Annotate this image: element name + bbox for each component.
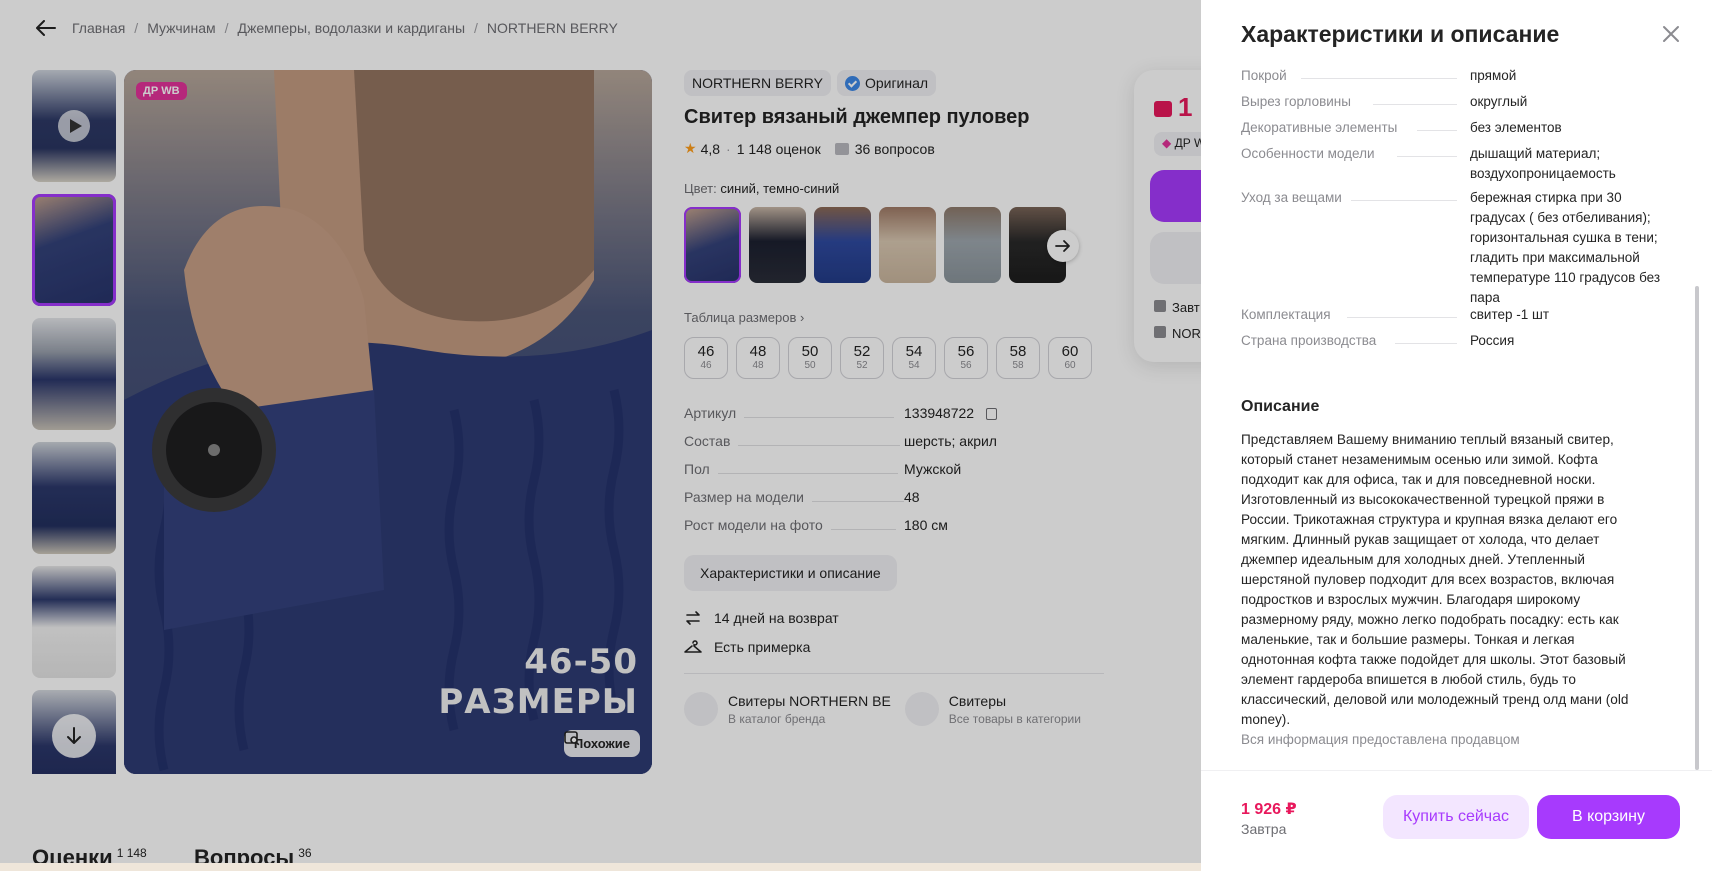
characteristics-panel: Характеристики и описание Покрой прямой В… bbox=[1201, 0, 1712, 871]
description-text: Представляем Вашему вниманию теплый вяза… bbox=[1241, 432, 1629, 727]
panel-scroll-area[interactable]: Покрой прямой Вырез горловины округлый Дек… bbox=[1201, 64, 1712, 764]
panel-scrollbar[interactable] bbox=[1695, 286, 1699, 770]
panel-footer: 1 926 ₽ Завтра Купить сейчас В корзину bbox=[1201, 770, 1712, 871]
footer-price: 1 926 ₽ bbox=[1241, 801, 1297, 818]
footer-delivery-date: Завтра bbox=[1241, 821, 1287, 837]
panel-title: Характеристики и описание bbox=[1241, 21, 1560, 47]
buy-now-button[interactable]: Купить сейчас bbox=[1383, 795, 1529, 839]
close-icon[interactable] bbox=[1659, 22, 1683, 46]
seller-note: Вся информация предоставлена продавцом bbox=[1241, 732, 1520, 747]
description-title: Описание bbox=[1241, 398, 1320, 415]
add-to-cart-button[interactable]: В корзину bbox=[1537, 795, 1680, 839]
